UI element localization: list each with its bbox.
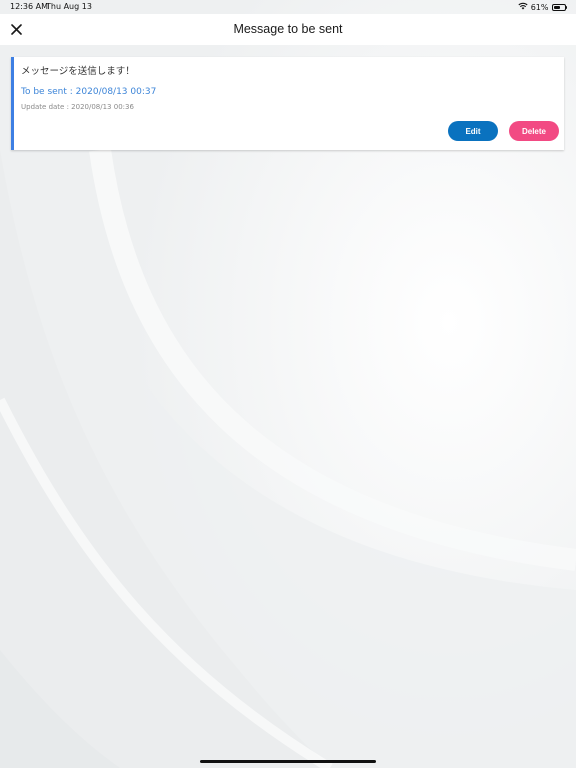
battery-icon [551,3,567,11]
status-date: Thu Aug 13 [46,2,92,11]
wifi-icon [518,2,528,12]
edit-button[interactable]: Edit [448,121,498,141]
message-text: メッセージを送信します！ [21,66,135,77]
delete-button[interactable]: Delete [509,121,559,141]
status-time: 12:36 AM [10,2,48,11]
status-bar: 12:36 AM Thu Aug 13 61% [0,0,576,14]
status-indicators: 61% [518,2,567,12]
scheduled-send-time: To be sent : 2020/08/13 00:37 [21,87,157,97]
screen: 12:36 AM Thu Aug 13 61% Message to be se… [0,0,576,768]
home-indicator[interactable] [200,760,376,763]
battery-tip [565,5,567,9]
navigation-bar: Message to be sent [0,14,576,45]
battery-percent: 61% [530,2,549,12]
battery-body [551,3,566,11]
update-date: Update date : 2020/08/13 00:36 [21,103,134,111]
message-card: メッセージを送信します！ To be sent : 2020/08/13 00:… [11,57,564,150]
battery-level [553,5,560,9]
page-title: Message to be sent [233,22,343,36]
